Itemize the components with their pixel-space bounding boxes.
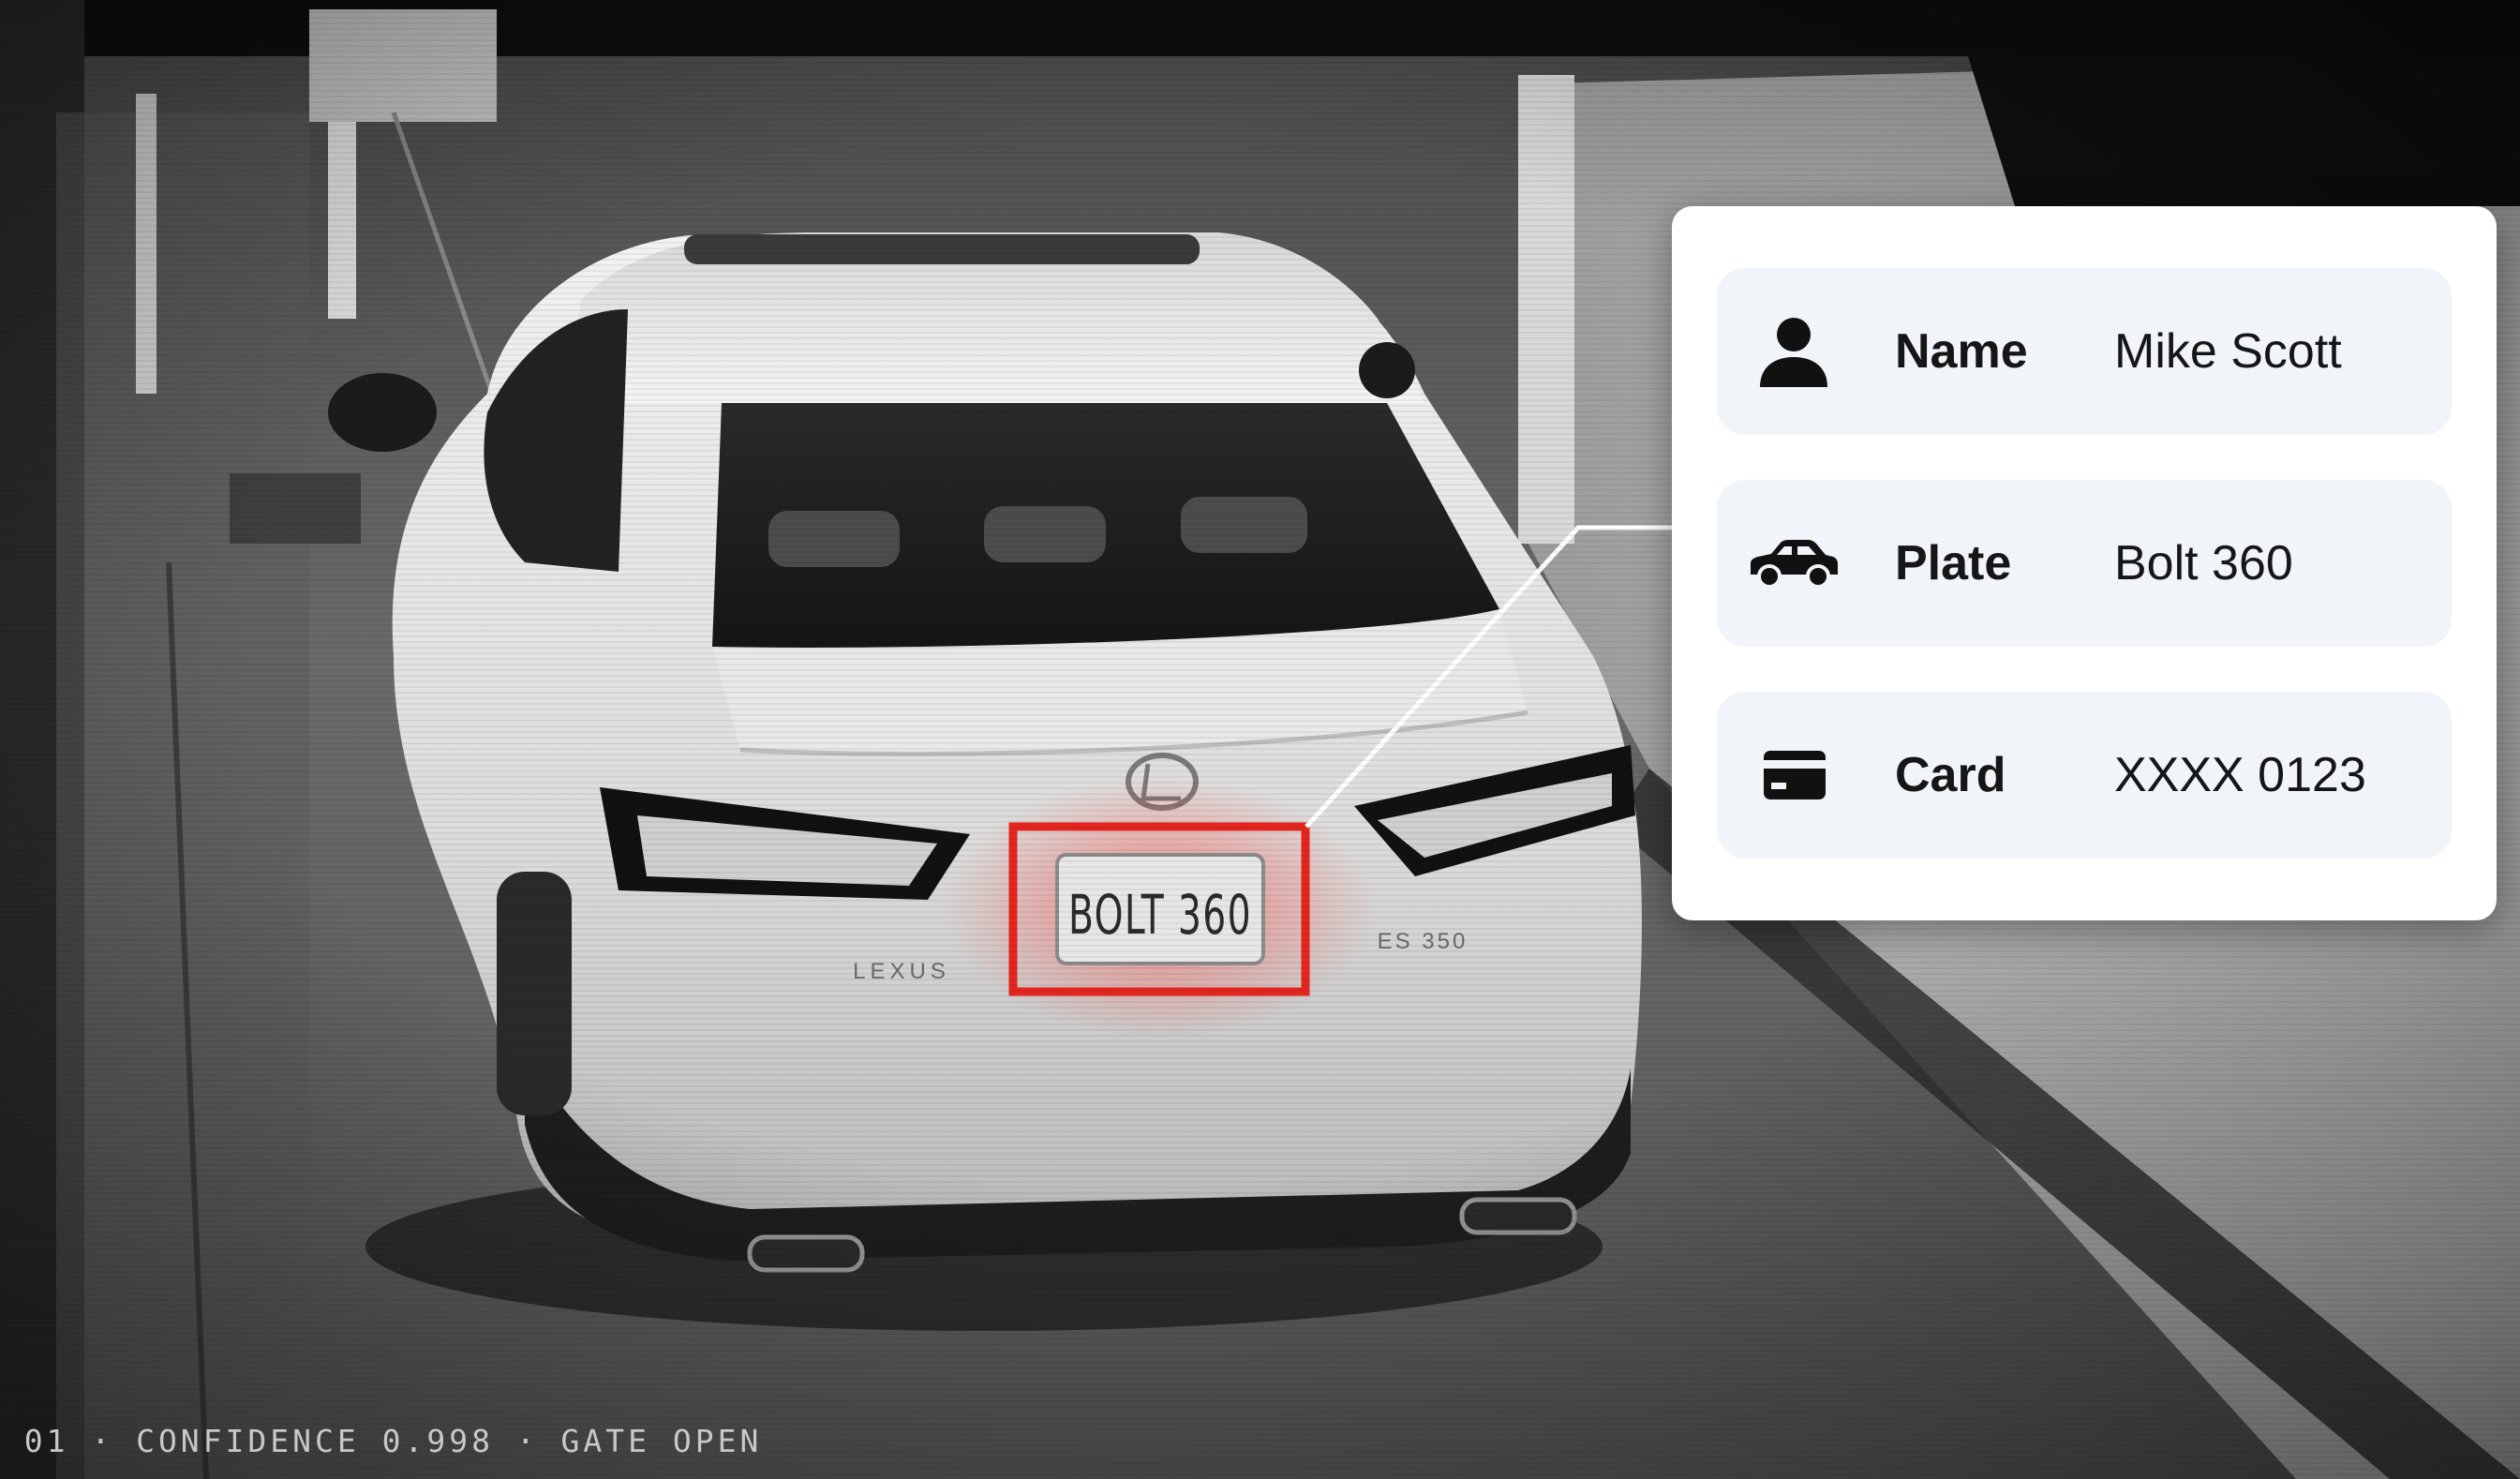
vehicle-info-card: Name Mike Scott Plate Bolt 360 Card XXXX… (1672, 206, 2497, 920)
info-row-card: Card XXXX 0123 (1717, 692, 2452, 859)
info-label: Card (1895, 748, 2006, 802)
info-value: Bolt 360 (2114, 536, 2293, 590)
license-plate-text: BOLT 360 (1068, 883, 1252, 947)
info-label: Plate (1895, 536, 2012, 590)
info-row-plate: Plate Bolt 360 (1717, 480, 2452, 647)
credit-card-icon (1747, 738, 1841, 813)
person-icon (1747, 314, 1841, 389)
info-value: Mike Scott (2114, 324, 2342, 379)
model-badge: ES 350 (1378, 929, 1469, 954)
info-label: Name (1895, 324, 2028, 379)
info-value: XXXX 0123 (2114, 748, 2366, 802)
brand-badge: LEXUS (853, 959, 950, 984)
car-icon (1747, 526, 1841, 601)
camera-status-line: E 01 · CONFIDENCE 0.998 · GATE OPEN (0, 1423, 763, 1459)
info-row-name: Name Mike Scott (1717, 268, 2452, 435)
